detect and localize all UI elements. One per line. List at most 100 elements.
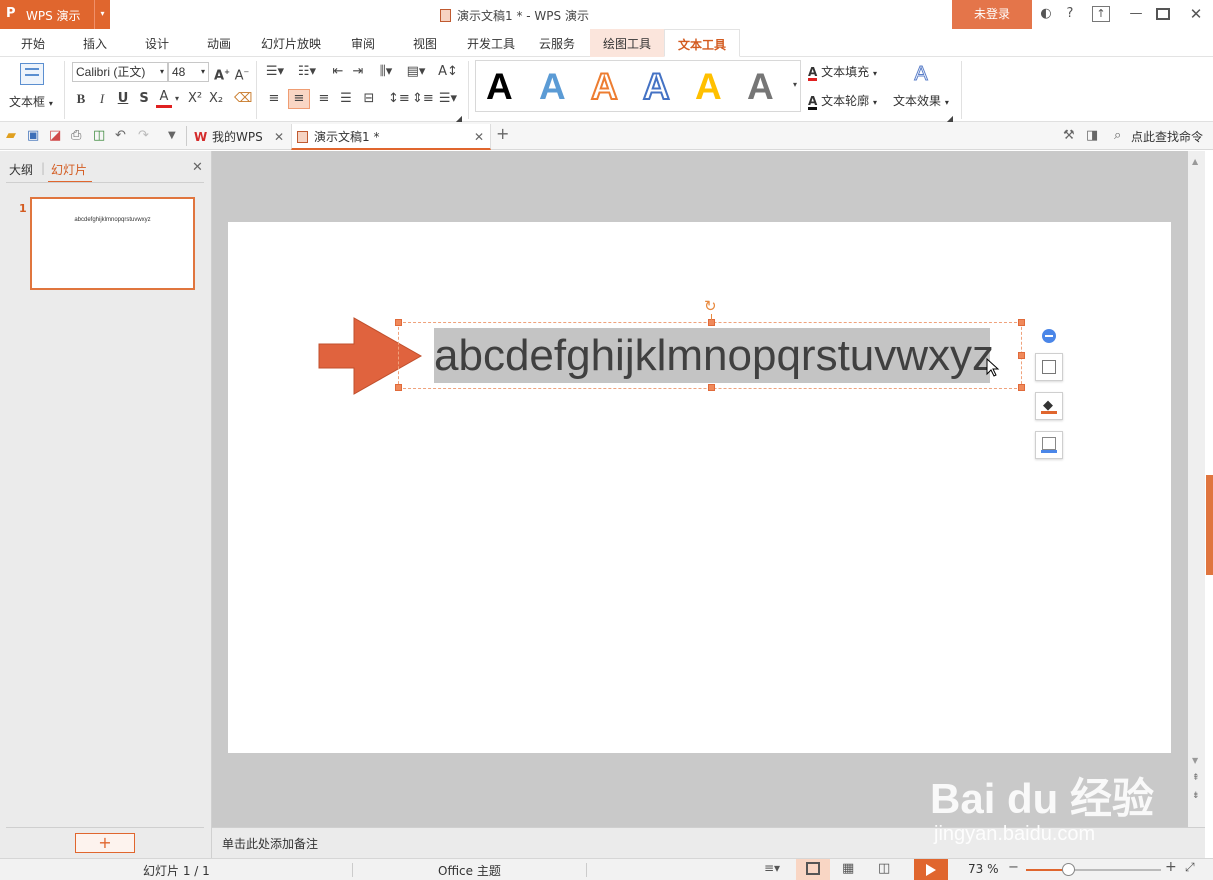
slide-canvas[interactable]: abcdefghijklmnopqrstuvwxyz ↻ ◆: [228, 222, 1171, 753]
skin-icon[interactable]: ◐: [1036, 5, 1056, 23]
tab-design[interactable]: 设计: [132, 29, 182, 57]
slideshow-button[interactable]: [914, 859, 948, 880]
font-name-select[interactable]: Calibri (正文) ▾: [72, 62, 168, 82]
save-icon[interactable]: ▣: [27, 128, 39, 144]
line-color-button[interactable]: [1035, 431, 1063, 459]
shape-outline-button[interactable]: [1035, 353, 1063, 381]
chevron-down-icon[interactable]: ▾: [173, 91, 181, 107]
pin-icon[interactable]: ⚒: [1063, 128, 1075, 144]
close-panel-icon[interactable]: ✕: [192, 160, 203, 175]
align-right-icon[interactable]: ≡: [316, 91, 332, 107]
style-blue-outline-a[interactable]: A: [642, 66, 671, 108]
resize-handle-ne[interactable]: [1018, 319, 1025, 326]
shadow-icon[interactable]: S: [137, 91, 151, 107]
tab-slides[interactable]: 幻灯片: [51, 161, 87, 178]
distribute-icon[interactable]: ⊟: [360, 91, 378, 107]
style-gray-a[interactable]: A: [747, 67, 774, 107]
vertical-scrollbar[interactable]: ▲ ▼ ⇞ ⇟: [1188, 151, 1205, 827]
decrease-indent-icon[interactable]: ⇤: [330, 64, 346, 80]
customize-dropdown-icon[interactable]: ▼: [168, 128, 176, 144]
tab-my-wps[interactable]: W 我的WPS ✕: [190, 124, 290, 150]
text-direction-icon[interactable]: A↕: [436, 64, 460, 80]
minimize-icon[interactable]: —: [1126, 5, 1146, 23]
text-fill-button[interactable]: A 文本填充 ▾: [808, 63, 877, 81]
tab-current-document[interactable]: 演示文稿1 * ✕: [291, 124, 491, 150]
notes-pane[interactable]: 单击此处添加备注: [212, 827, 1205, 858]
resize-handle-nw[interactable]: [395, 319, 402, 326]
clear-format-icon[interactable]: ⌫: [234, 91, 252, 107]
textbox-dropdown-icon[interactable]: ▾: [49, 99, 53, 108]
slide-text[interactable]: abcdefghijklmnopqrstuvwxyz: [434, 330, 1014, 382]
redo-icon[interactable]: ↷: [138, 128, 149, 144]
add-slide-button[interactable]: +: [75, 833, 135, 853]
tab-text-tools[interactable]: 文本工具: [664, 29, 740, 57]
text-effect-icon[interactable]: A: [910, 63, 932, 86]
print-icon[interactable]: ⎙: [71, 128, 81, 144]
app-menu-button[interactable]: P WPS 演示 ▾: [0, 0, 110, 29]
resize-handle-n[interactable]: [708, 319, 715, 326]
bullet-list-icon[interactable]: ☰▾: [264, 64, 286, 80]
grow-font-icon[interactable]: A+: [214, 64, 230, 84]
text-outline-button[interactable]: A 文本轮廓 ▾: [808, 92, 877, 110]
tab-review[interactable]: 审阅: [338, 29, 388, 57]
previous-slide-icon[interactable]: ⇞: [1192, 773, 1200, 783]
align-left-icon[interactable]: ≡: [266, 91, 282, 107]
new-tab-icon[interactable]: +: [496, 126, 509, 142]
subscript-icon[interactable]: X₂: [207, 91, 225, 107]
gallery-more-icon[interactable]: ▾: [788, 77, 802, 93]
zoom-slider-thumb[interactable]: [1061, 863, 1075, 876]
side-panel-toggle[interactable]: [1206, 475, 1213, 575]
notes-placeholder[interactable]: 单击此处添加备注: [222, 835, 318, 852]
close-tab-icon[interactable]: ✕: [474, 124, 484, 150]
maximize-icon[interactable]: [1156, 8, 1170, 20]
tab-slideshow[interactable]: 幻灯片放映: [254, 29, 328, 57]
tab-animation[interactable]: 动画: [194, 29, 244, 57]
paragraph-spacing-icon[interactable]: ⇕≡: [412, 91, 434, 107]
tab-view[interactable]: 视图: [400, 29, 450, 57]
text-style-gallery[interactable]: A A A A A A: [475, 60, 801, 112]
export-pdf-icon[interactable]: ◪: [49, 128, 61, 144]
collapse-toolbar-icon[interactable]: [1042, 329, 1056, 343]
slide-sorter-icon[interactable]: ▦: [842, 861, 854, 876]
fit-window-icon[interactable]: ⤢: [1185, 860, 1195, 875]
tab-insert[interactable]: 插入: [70, 29, 120, 57]
bold-icon[interactable]: B: [74, 91, 88, 107]
normal-view-button[interactable]: [796, 859, 830, 880]
reading-view-icon[interactable]: ◫: [878, 861, 890, 876]
font-color-icon[interactable]: A: [156, 89, 172, 108]
open-icon[interactable]: ▰: [6, 128, 16, 144]
slide-thumbnail[interactable]: abcdefghijklmnopqrstuvwxyz: [30, 197, 195, 290]
resize-handle-e[interactable]: [1018, 352, 1025, 359]
font-size-select[interactable]: 48 ▾: [168, 62, 209, 82]
app-menu-dropdown-icon[interactable]: ▾: [94, 0, 110, 29]
textbox-icon[interactable]: [20, 63, 44, 85]
resize-handle-se[interactable]: [1018, 384, 1025, 391]
resize-handle-s[interactable]: [708, 384, 715, 391]
zoom-out-icon[interactable]: −: [1008, 860, 1019, 875]
search-icon[interactable]: ⌕: [1114, 128, 1121, 144]
text-align-box-icon[interactable]: ▤▾: [404, 64, 428, 80]
textbox-button[interactable]: 文本框 ▾: [9, 93, 53, 110]
scroll-up-icon[interactable]: ▲: [1192, 157, 1198, 166]
paragraph-settings-icon[interactable]: ☰▾: [436, 91, 460, 107]
notes-toggle-icon[interactable]: ≡▾: [764, 861, 780, 875]
text-effect-button[interactable]: 文本效果 ▾: [893, 92, 949, 109]
zoom-slider[interactable]: [1026, 863, 1161, 876]
align-center-icon[interactable]: ≡: [288, 89, 310, 109]
style-black-a[interactable]: A: [486, 67, 513, 107]
resize-handle-sw[interactable]: [395, 384, 402, 391]
justify-icon[interactable]: ☰: [338, 91, 354, 107]
scroll-down-icon[interactable]: ▼: [1192, 756, 1198, 765]
comment-icon[interactable]: ◨: [1086, 128, 1098, 144]
shrink-font-icon[interactable]: A−: [234, 64, 250, 84]
print-preview-icon[interactable]: ◫: [93, 128, 105, 144]
tab-drawing-tools[interactable]: 绘图工具: [590, 29, 664, 57]
fill-color-button[interactable]: ◆: [1035, 392, 1063, 420]
columns-icon[interactable]: ⫼▾: [374, 64, 398, 80]
superscript-icon[interactable]: X²: [186, 91, 204, 107]
next-slide-icon[interactable]: ⇟: [1192, 791, 1200, 801]
zoom-in-icon[interactable]: +: [1165, 859, 1177, 875]
help-icon[interactable]: ?: [1060, 5, 1080, 23]
tab-cloud[interactable]: 云服务: [530, 29, 584, 57]
style-orange-outline-a[interactable]: A: [590, 66, 619, 108]
